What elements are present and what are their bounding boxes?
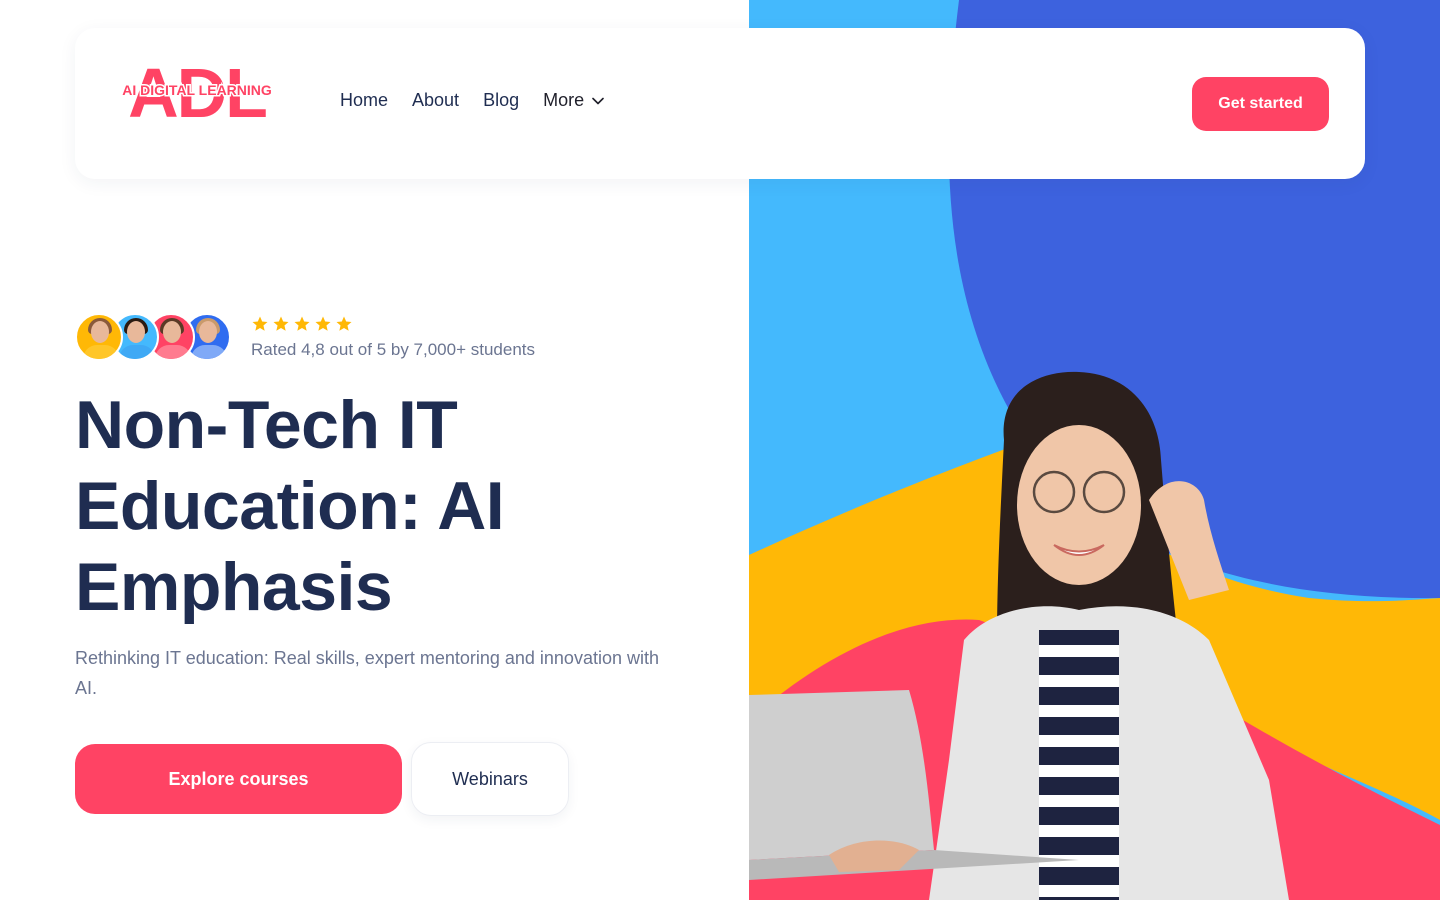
nav-more-label: More	[543, 90, 585, 110]
logo-sub-text: AI DIGITAL LEARNING	[122, 82, 272, 98]
star-icon	[315, 316, 331, 331]
social-proof: Rated 4,8 out of 5 by 7,000+ students	[75, 313, 535, 361]
star-icon	[336, 316, 352, 331]
headline-line-3: Emphasis	[75, 549, 393, 625]
nav-blog[interactable]: Blog	[483, 90, 519, 111]
explore-courses-button[interactable]: Explore courses	[75, 744, 402, 814]
hero-subtitle: Rethinking IT education: Real skills, ex…	[75, 648, 659, 698]
nav-home[interactable]: Home	[340, 90, 388, 111]
logo-mark: ADL AI DIGITAL LEARNING	[121, 54, 274, 132]
star-icon	[273, 316, 289, 331]
avatar	[75, 313, 123, 361]
student-avatars	[75, 313, 231, 361]
avatar-body	[191, 345, 227, 359]
nav-about[interactable]: About	[412, 90, 459, 111]
hero-headline: Non-Tech IT Education: AI Emphasis	[75, 385, 715, 628]
avatar-body	[83, 345, 119, 359]
avatar-face	[91, 321, 109, 343]
get-started-button[interactable]: Get started	[1192, 77, 1329, 131]
main-nav: Home About Blog More	[340, 90, 604, 111]
chevron-down-icon	[592, 97, 604, 104]
avatar-face	[163, 321, 181, 343]
site-header: ADL AI DIGITAL LEARNING Home About Blog …	[75, 28, 1365, 179]
headline-line-2: Education: AI	[75, 468, 505, 544]
avatar-body	[119, 345, 155, 359]
avatar-face	[199, 321, 217, 343]
webinars-button[interactable]: Webinars	[411, 742, 569, 816]
avatar-face	[127, 321, 145, 343]
star-rating	[251, 314, 535, 334]
headline-line-1: Non-Tech IT	[75, 387, 458, 463]
rating: Rated 4,8 out of 5 by 7,000+ students	[251, 314, 535, 360]
star-icon	[294, 316, 310, 331]
logo[interactable]: ADL AI DIGITAL LEARNING	[111, 54, 283, 132]
rating-text: Rated 4,8 out of 5 by 7,000+ students	[251, 340, 536, 359]
avatar-body	[155, 345, 191, 359]
nav-more-dropdown[interactable]: More	[543, 90, 604, 111]
star-icon	[252, 316, 268, 331]
